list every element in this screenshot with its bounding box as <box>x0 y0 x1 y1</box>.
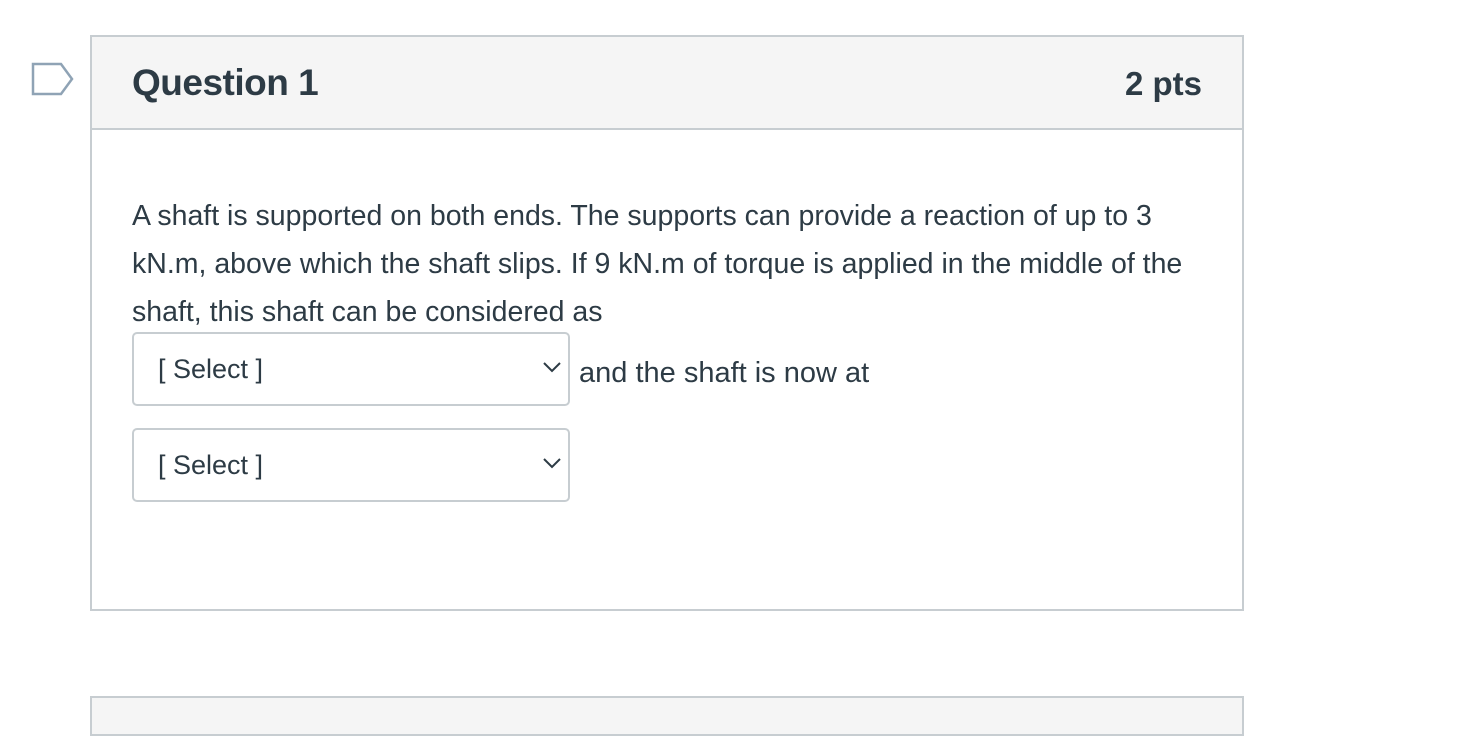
question-text: A shaft is supported on both ends. The s… <box>132 200 1183 328</box>
question-title: Question 1 <box>132 62 319 103</box>
question-points: 2 pts <box>1124 65 1202 102</box>
answer-dropdown-1[interactable]: [ Select ] <box>132 332 570 406</box>
flag-question-icon[interactable] <box>31 62 75 96</box>
dropdown-trailing-text: and the shaft is now at <box>579 356 870 389</box>
dropdown-row-2: [ Select ] <box>132 428 570 502</box>
question-header: Question 1 2 pts <box>92 37 1242 130</box>
dropdown-selected-value: [ Select ] <box>158 450 264 480</box>
dropdown-selected-value: [ Select ] <box>158 354 264 384</box>
next-question-card <box>90 696 1244 736</box>
answer-dropdown-2[interactable]: [ Select ] <box>132 428 570 502</box>
dropdown-row-1: [ Select ] and the shaft is now at <box>132 332 869 406</box>
chevron-down-icon <box>542 360 562 374</box>
chevron-down-icon <box>542 456 562 470</box>
question-card: Question 1 2 pts A shaft is supported on… <box>90 35 1244 611</box>
